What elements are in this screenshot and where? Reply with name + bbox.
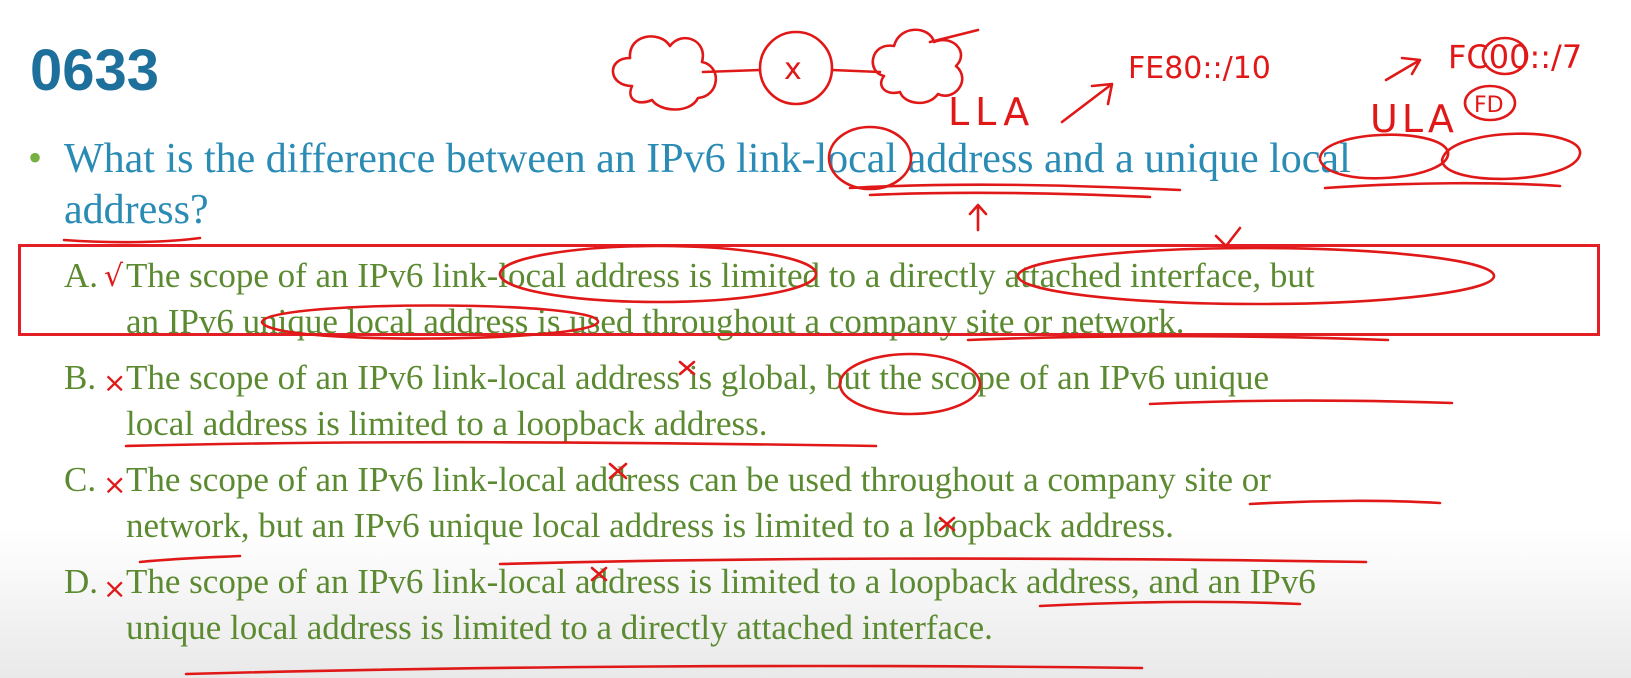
option-text: The scope of an IPv6 link-local address …	[126, 355, 1564, 447]
question-line-2: address?	[64, 187, 209, 233]
cloud-right-stroke	[928, 28, 980, 44]
ula-prefix: FC00::/7	[1448, 38, 1582, 76]
option-line-1: The scope of an IPv6 link-local address …	[126, 460, 1271, 499]
option-b[interactable]: B. The scope of an IPv6 link-local addre…	[64, 355, 1564, 447]
option-letter: D.	[64, 562, 99, 601]
option-line-2: network, but an IPv6 unique local addres…	[126, 506, 1174, 545]
lla-prefix: FE80::/10	[1128, 51, 1271, 86]
option-text: The scope of an IPv6 link-local address …	[126, 559, 1564, 651]
option-line-2: unique local address is limited to a dir…	[126, 608, 993, 647]
lla-arrow-icon	[1060, 82, 1114, 124]
ula-prefix-circle	[1481, 36, 1529, 76]
cloud-left-icon	[611, 35, 718, 111]
option-c[interactable]: C. The scope of an IPv6 link-local addre…	[64, 457, 1564, 549]
underline-address	[62, 236, 202, 244]
question-number: 0633	[30, 38, 160, 103]
option-text: The scope of an IPv6 link-local address …	[126, 457, 1564, 549]
option-letter: B.	[64, 358, 97, 397]
router-icon	[758, 30, 834, 106]
lla-label: LLA	[948, 90, 1035, 134]
option-line-2: local address is limited to a loopback a…	[126, 404, 768, 443]
underline-directly-attached-d	[184, 664, 1144, 676]
ula-fd: FD	[1474, 93, 1504, 118]
bullet-icon: •	[28, 135, 43, 180]
correct-answer-highlight-box	[18, 244, 1600, 336]
ula-arrow-icon	[1384, 56, 1422, 82]
option-d[interactable]: D. The scope of an IPv6 link-local addre…	[64, 559, 1564, 651]
fd-circle	[1463, 84, 1517, 122]
option-line-1: The scope of an IPv6 link-local address …	[126, 358, 1270, 397]
option-letter: C.	[64, 460, 97, 499]
question-line-1: What is the difference between an IPv6 l…	[64, 136, 1351, 182]
option-line-1: The scope of an IPv6 link-local address …	[126, 562, 1316, 601]
link-line-right	[830, 68, 882, 74]
question-text: What is the difference between an IPv6 l…	[64, 134, 1584, 236]
link-line-left	[701, 68, 762, 74]
cloud-right-icon	[871, 28, 964, 105]
router-x-mark: x	[784, 52, 802, 87]
